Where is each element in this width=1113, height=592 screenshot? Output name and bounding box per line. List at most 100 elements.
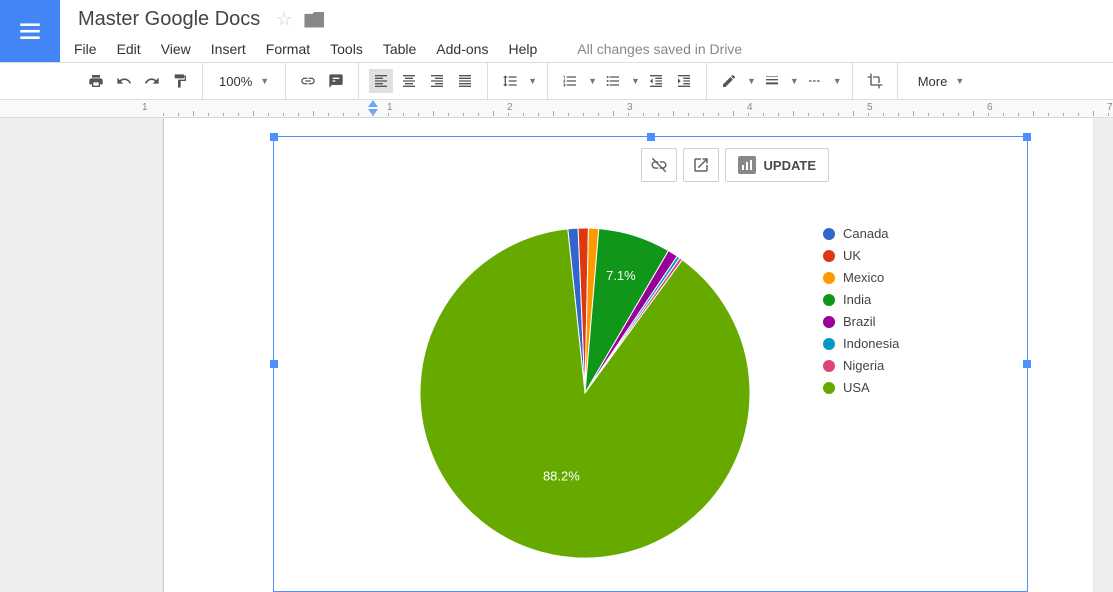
legend-label: Nigeria: [843, 358, 884, 373]
ruler-number: 3: [627, 102, 633, 113]
undo-button[interactable]: [112, 69, 136, 93]
chevron-down-icon: ▼: [631, 76, 640, 86]
link-button[interactable]: [296, 69, 320, 93]
document-title[interactable]: Master Google Docs: [74, 6, 264, 33]
crop-button[interactable]: [863, 69, 887, 93]
app-menu-button[interactable]: [0, 0, 60, 62]
legend-swatch: [823, 316, 835, 328]
align-left-button[interactable]: [369, 69, 393, 93]
menu-help[interactable]: Help: [508, 41, 537, 57]
chevron-down-icon: ▼: [790, 76, 799, 86]
border-dash-button[interactable]: [803, 69, 827, 93]
line-spacing-button[interactable]: [498, 69, 522, 93]
slice-label: 88.2%: [543, 469, 580, 484]
toolbar: 100%▼ ▼ ▼ ▼ ▼ ▼ ▼ More ▼: [0, 62, 1113, 100]
more-button[interactable]: More ▼: [908, 74, 975, 89]
unlink-icon: [650, 156, 668, 174]
folder-icon[interactable]: [304, 12, 324, 28]
update-chart-button[interactable]: UPDATE: [725, 148, 829, 182]
open-source-button[interactable]: [683, 148, 719, 182]
paint-format-button[interactable]: [168, 69, 192, 93]
legend-swatch: [823, 382, 835, 394]
chevron-down-icon: ▼: [588, 76, 597, 86]
menu-table[interactable]: Table: [383, 41, 416, 57]
chevron-down-icon: ▼: [955, 76, 964, 86]
increase-indent-button[interactable]: [672, 69, 696, 93]
ruler-number: 1: [142, 102, 148, 113]
crop-icon: [867, 73, 883, 89]
legend-item[interactable]: India: [823, 292, 899, 307]
comment-icon: [328, 73, 344, 89]
undo-icon: [116, 73, 132, 89]
menu-format[interactable]: Format: [266, 41, 310, 57]
paint-roller-icon: [172, 73, 188, 89]
decrease-indent-icon: [648, 73, 664, 89]
legend-item[interactable]: Canada: [823, 226, 899, 241]
ruler-number: 7: [1107, 102, 1113, 113]
menu-view[interactable]: View: [161, 41, 191, 57]
document-canvas[interactable]: UPDATE 7.1% 88.2% Canada UK Mexico India Braz…: [0, 118, 1113, 592]
ruler-number: 2: [507, 102, 513, 113]
legend-item[interactable]: USA: [823, 380, 899, 395]
resize-handle[interactable]: [1023, 360, 1031, 368]
align-right-button[interactable]: [425, 69, 449, 93]
unlink-chart-button[interactable]: [641, 148, 677, 182]
line-spacing-icon: [502, 73, 518, 89]
legend-label: UK: [843, 248, 861, 263]
legend-item[interactable]: Brazil: [823, 314, 899, 329]
legend-label: Brazil: [843, 314, 876, 329]
more-label: More: [918, 74, 948, 89]
border-dash-icon: [807, 73, 823, 89]
print-button[interactable]: [84, 69, 108, 93]
chevron-down-icon: ▼: [747, 76, 756, 86]
hamburger-icon: [17, 18, 43, 44]
legend-swatch: [823, 272, 835, 284]
menu-file[interactable]: File: [74, 41, 97, 57]
save-status: All changes saved in Drive: [577, 41, 742, 57]
redo-icon: [144, 73, 160, 89]
legend-label: Indonesia: [843, 336, 899, 351]
legend-label: Canada: [843, 226, 889, 241]
legend-swatch: [823, 294, 835, 306]
ruler[interactable]: 11234567: [0, 100, 1113, 118]
ruler-number: 1: [387, 102, 393, 113]
legend-item[interactable]: Mexico: [823, 270, 899, 285]
zoom-dropdown[interactable]: 100%▼: [213, 74, 275, 89]
redo-button[interactable]: [140, 69, 164, 93]
link-icon: [300, 73, 316, 89]
legend-item[interactable]: Nigeria: [823, 358, 899, 373]
legend-label: India: [843, 292, 871, 307]
align-center-icon: [401, 73, 417, 89]
menu-edit[interactable]: Edit: [117, 41, 141, 57]
legend-item[interactable]: Indonesia: [823, 336, 899, 351]
menu-insert[interactable]: Insert: [211, 41, 246, 57]
numbered-list-button[interactable]: [558, 69, 582, 93]
menu-tools[interactable]: Tools: [330, 41, 363, 57]
ruler-number: 4: [747, 102, 753, 113]
bulleted-list-icon: [605, 73, 621, 89]
align-justify-icon: [457, 73, 473, 89]
legend-swatch: [823, 228, 835, 240]
menu-addons[interactable]: Add-ons: [436, 41, 488, 57]
resize-handle[interactable]: [1023, 133, 1031, 141]
pie-chart[interactable]: 7.1% 88.2%: [415, 223, 755, 563]
decrease-indent-button[interactable]: [644, 69, 668, 93]
ruler-number: 5: [867, 102, 873, 113]
resize-handle[interactable]: [647, 133, 655, 141]
chevron-down-icon: ▼: [528, 76, 537, 86]
update-label: UPDATE: [764, 158, 816, 173]
bulleted-list-button[interactable]: [601, 69, 625, 93]
resize-handle[interactable]: [270, 133, 278, 141]
border-weight-button[interactable]: [760, 69, 784, 93]
slice-label: 7.1%: [606, 268, 636, 283]
align-justify-button[interactable]: [453, 69, 477, 93]
comment-button[interactable]: [324, 69, 348, 93]
pencil-icon: [721, 73, 737, 89]
align-center-button[interactable]: [397, 69, 421, 93]
border-color-button[interactable]: [717, 69, 741, 93]
numbered-list-icon: [562, 73, 578, 89]
legend-item[interactable]: UK: [823, 248, 899, 263]
star-icon[interactable]: ☆: [276, 9, 292, 30]
resize-handle[interactable]: [270, 360, 278, 368]
increase-indent-icon: [676, 73, 692, 89]
